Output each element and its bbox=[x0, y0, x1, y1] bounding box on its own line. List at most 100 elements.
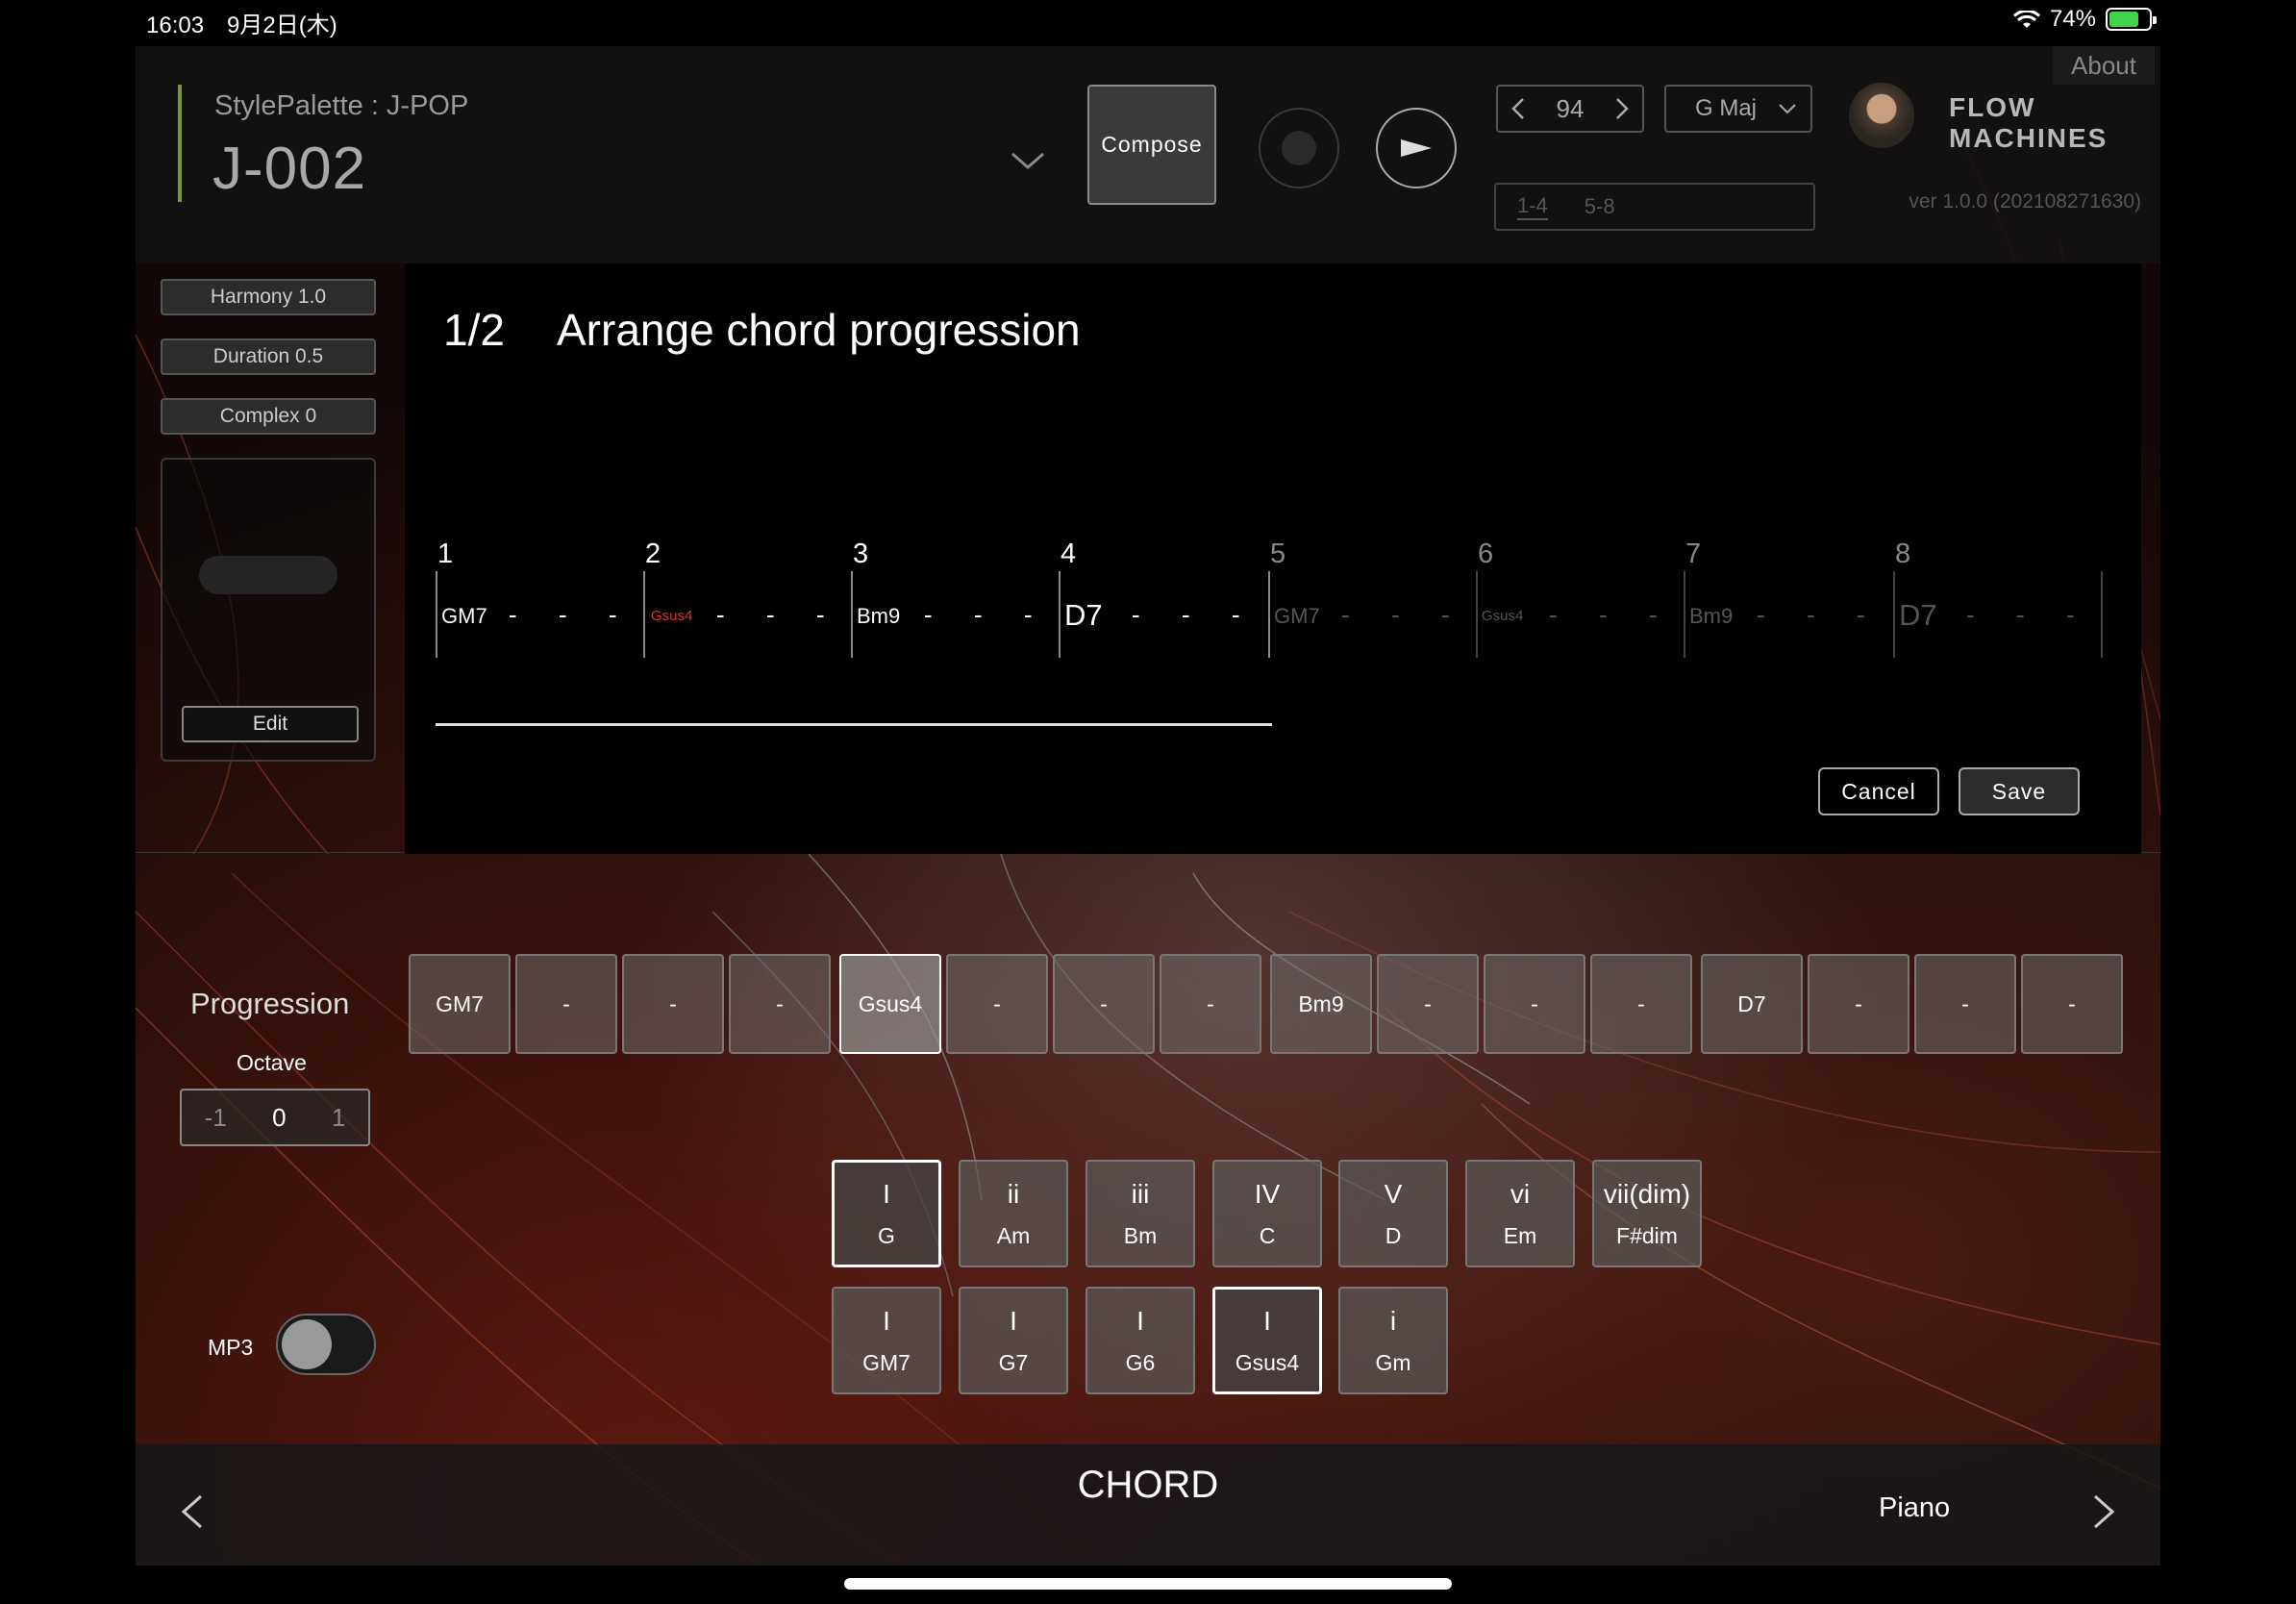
beat-dash: - bbox=[1132, 600, 1140, 629]
pad-chord: Em bbox=[1503, 1222, 1537, 1248]
progression-cell[interactable]: - bbox=[1590, 954, 1692, 1054]
beat-dash: - bbox=[1024, 600, 1033, 629]
progression-cell[interactable]: - bbox=[946, 954, 1048, 1054]
key-value: G Maj bbox=[1695, 95, 1758, 121]
pad-degree: ii bbox=[1007, 1178, 1020, 1209]
compose-button[interactable]: Compose bbox=[1087, 85, 1216, 205]
beat-dash: - bbox=[2066, 600, 2075, 629]
beat-dash: - bbox=[559, 600, 567, 629]
selected-range-underline bbox=[436, 723, 1272, 726]
edit-button[interactable]: Edit bbox=[182, 706, 359, 742]
pad-chord: Am bbox=[996, 1222, 1031, 1248]
bar-line bbox=[2101, 571, 2103, 658]
bar-line bbox=[643, 571, 645, 658]
bar-chord[interactable]: GM7 bbox=[441, 604, 487, 629]
progression-cell[interactable]: - bbox=[622, 954, 724, 1054]
progression-cell[interactable]: - bbox=[515, 954, 617, 1054]
pad-chord: Bm bbox=[1123, 1222, 1158, 1248]
progression-cell[interactable]: - bbox=[1484, 954, 1585, 1054]
bar-chord[interactable]: D7 bbox=[1064, 598, 1103, 633]
key-select[interactable]: G Maj bbox=[1664, 85, 1812, 133]
harmony-button[interactable]: Harmony 1.0 bbox=[161, 279, 376, 315]
bar-pager[interactable]: 1-4 5-8 bbox=[1494, 183, 1815, 231]
chord-pad[interactable]: I G7 bbox=[959, 1287, 1068, 1394]
instrument-label[interactable]: Piano bbox=[1879, 1492, 1950, 1524]
pad-degree: I bbox=[883, 1178, 890, 1209]
cancel-button[interactable]: Cancel bbox=[1818, 767, 1939, 815]
chevron-left-icon[interactable] bbox=[1511, 97, 1525, 120]
chord-pad[interactable]: I GM7 bbox=[832, 1287, 941, 1394]
chevron-down-icon[interactable] bbox=[1009, 148, 1047, 173]
mp3-label: MP3 bbox=[208, 1335, 254, 1360]
progression-cell[interactable]: Gsus4 bbox=[839, 954, 941, 1054]
chord-pad[interactable]: vii(dim) F#dim bbox=[1592, 1160, 1702, 1267]
chord-pad[interactable]: i Gm bbox=[1338, 1287, 1448, 1394]
bar-chord[interactable]: Bm9 bbox=[857, 604, 900, 629]
bar-chord[interactable]: Gsus4 bbox=[651, 608, 692, 624]
beat-dash: - bbox=[924, 600, 933, 629]
chord-pad[interactable]: V D bbox=[1338, 1160, 1448, 1267]
chord-pad[interactable]: iii Bm bbox=[1086, 1160, 1195, 1267]
wifi-icon bbox=[2012, 9, 2040, 29]
pad-chord: G7 bbox=[998, 1349, 1029, 1375]
save-button[interactable]: Save bbox=[1959, 767, 2080, 815]
beat-dash: - bbox=[1441, 600, 1450, 629]
avatar[interactable] bbox=[1849, 83, 1914, 148]
chevron-right-icon[interactable] bbox=[1615, 97, 1629, 120]
octave-selector[interactable]: -1 0 1 bbox=[180, 1089, 370, 1146]
dialog-title: Arrange chord progression bbox=[557, 305, 1081, 355]
pager-tab-1-4[interactable]: 1-4 bbox=[1517, 193, 1548, 220]
progression-cell[interactable]: - bbox=[1808, 954, 1909, 1054]
status-bar: 16:03 9月2日(木) 74% bbox=[0, 0, 2296, 38]
about-button[interactable]: About bbox=[2053, 46, 2155, 85]
chord-pad[interactable]: I G bbox=[832, 1160, 941, 1267]
bar-chord[interactable]: Bm9 bbox=[1689, 604, 1733, 629]
octave-option[interactable]: 0 bbox=[272, 1103, 286, 1133]
octave-label: Octave bbox=[237, 1050, 307, 1075]
progression-cell[interactable]: - bbox=[2021, 954, 2123, 1054]
bar-line bbox=[1684, 571, 1685, 658]
preview-placeholder bbox=[199, 556, 337, 594]
panel-title: CHORD bbox=[1077, 1464, 1219, 1506]
record-button[interactable] bbox=[1259, 108, 1339, 188]
home-indicator[interactable] bbox=[844, 1578, 1452, 1590]
progression-cell[interactable]: - bbox=[1914, 954, 2016, 1054]
bar-chord[interactable]: D7 bbox=[1899, 598, 1937, 633]
progression-cell[interactable]: - bbox=[1160, 954, 1261, 1054]
progression-cell[interactable]: Bm9 bbox=[1270, 954, 1372, 1054]
bar-number: 1 bbox=[437, 539, 454, 569]
beat-dash: - bbox=[609, 600, 617, 629]
octave-option[interactable]: -1 bbox=[205, 1103, 227, 1133]
chevron-right-icon[interactable] bbox=[2089, 1492, 2118, 1531]
progression-cell[interactable]: - bbox=[1377, 954, 1479, 1054]
chord-pad[interactable]: IV C bbox=[1212, 1160, 1322, 1267]
bar-chord[interactable]: Gsus4 bbox=[1482, 608, 1523, 624]
progression-cell[interactable]: - bbox=[729, 954, 831, 1054]
progression-cell[interactable]: - bbox=[1053, 954, 1155, 1054]
chord-pad[interactable]: I Gsus4 bbox=[1212, 1287, 1322, 1394]
song-title: J-002 bbox=[212, 136, 367, 202]
bar-chord[interactable]: GM7 bbox=[1274, 604, 1320, 629]
duration-button[interactable]: Duration 0.5 bbox=[161, 338, 376, 375]
bar-number: 5 bbox=[1270, 539, 1286, 569]
chord-pad[interactable]: ii Am bbox=[959, 1160, 1068, 1267]
beat-dash: - bbox=[816, 600, 825, 629]
chord-pad[interactable]: vi Em bbox=[1465, 1160, 1575, 1267]
tempo-stepper[interactable]: 94 bbox=[1496, 85, 1644, 133]
bar-number: 8 bbox=[1895, 539, 1911, 569]
octave-option[interactable]: 1 bbox=[332, 1103, 345, 1133]
beat-dash: - bbox=[716, 600, 725, 629]
complex-button[interactable]: Complex 0 bbox=[161, 398, 376, 435]
pad-chord: G bbox=[878, 1222, 895, 1248]
dialog-step: 1/2 bbox=[443, 305, 505, 355]
pad-degree: I bbox=[1136, 1305, 1144, 1336]
beat-dash: - bbox=[974, 600, 983, 629]
play-button[interactable] bbox=[1376, 108, 1457, 188]
beat-dash: - bbox=[766, 600, 775, 629]
mp3-toggle[interactable] bbox=[276, 1314, 376, 1375]
pager-tab-5-8[interactable]: 5-8 bbox=[1585, 194, 1615, 219]
progression-cell[interactable]: D7 bbox=[1701, 954, 1803, 1054]
chord-pad[interactable]: I G6 bbox=[1086, 1287, 1195, 1394]
progression-cell[interactable]: GM7 bbox=[409, 954, 511, 1054]
pad-chord: G6 bbox=[1125, 1349, 1156, 1375]
